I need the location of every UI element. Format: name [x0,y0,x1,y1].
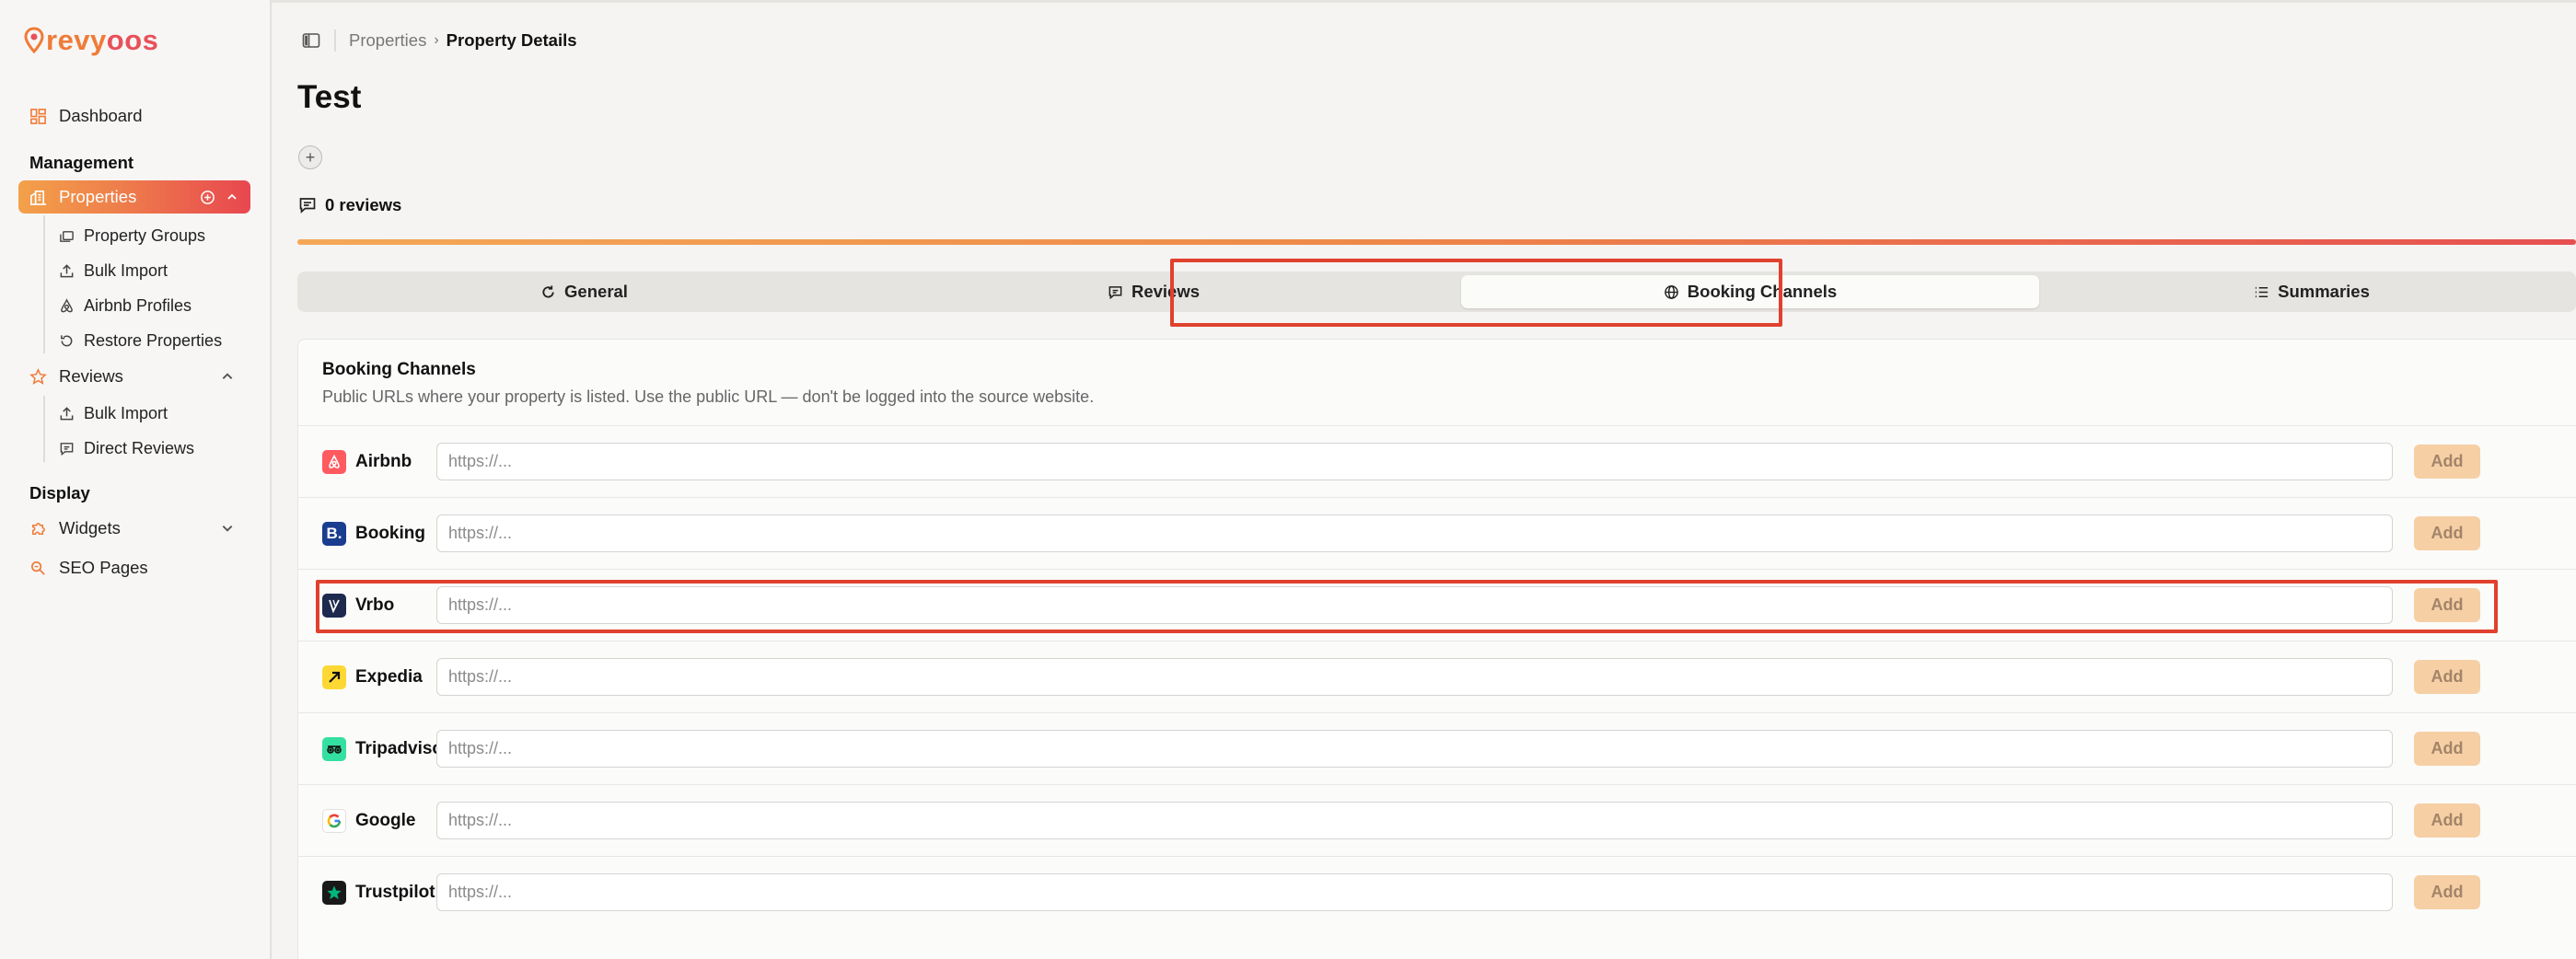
booking-add-button[interactable]: Add [2414,516,2480,550]
channel-name: Booking [355,524,425,543]
breadcrumb-link-properties[interactable]: Properties [349,30,426,51]
expedia-icon [322,665,346,689]
channel-row-airbnb: Airbnb Add [298,425,2576,497]
submenu-guide-line [43,215,45,353]
section-label-management: Management [29,153,134,172]
channel-row-booking: B. Booking Add [298,497,2576,569]
airbnb-outline-icon [57,296,75,315]
restore-icon [57,331,75,350]
expedia-url-input[interactable] [436,658,2393,696]
trustpilot-url-input[interactable] [436,873,2393,911]
channel-row-expedia: Expedia Add [298,641,2576,712]
upload-icon [57,261,75,280]
breadcrumb: Properties › Property Details [301,29,577,52]
reviews-count-label: 0 reviews [325,195,402,214]
chevron-up-icon[interactable] [221,370,234,383]
airbnb-add-button[interactable]: Add [2414,445,2480,479]
sidebar-item-reviews[interactable]: Reviews [18,360,250,393]
booking-com-icon: B. [322,522,346,546]
sidebar-subitem-label: Bulk Import [84,260,168,280]
message-square-icon [1108,285,1122,299]
chevron-down-icon[interactable] [221,522,234,535]
sidebar-subitem-direct-reviews[interactable]: Direct Reviews [57,434,194,462]
refresh-icon [542,284,554,298]
google-url-input[interactable] [436,802,2393,839]
trustpilot-icon [322,881,346,905]
tab-general[interactable]: General [301,275,867,308]
sidebar-item-label: Widgets [59,518,121,537]
expedia-add-button[interactable]: Add [2414,660,2480,694]
channel-name: Airbnb [355,452,412,471]
sidebar-subitem-property-groups[interactable]: Property Groups [57,222,205,249]
tab-label: Summaries [2278,282,2370,301]
puzzle-icon [28,518,48,538]
sidebar-subitem-label: Property Groups [84,225,206,245]
sidebar: revyoos Dashboard Management Properties … [0,0,272,959]
breadcrumb-divider [334,29,336,52]
sidebar-subitem-restore-properties[interactable]: Restore Properties [57,327,222,354]
add-button[interactable]: + [298,145,322,169]
google-icon [322,809,346,833]
tab-label: General [564,282,628,301]
star-icon [28,366,48,387]
tripadvisor-icon [322,737,346,761]
main-content: Properties › Property Details Test + 0 r… [273,0,2576,959]
sidebar-subitem-bulk-import[interactable]: Bulk Import [57,257,168,284]
tab-summaries[interactable]: Summaries [2051,275,2572,308]
channel-name: Expedia [355,667,423,687]
channel-row-google: Google Add [298,784,2576,856]
breadcrumb-current: Property Details [446,30,577,50]
panel-description: Public URLs where your property is liste… [322,387,1095,406]
stack-icon [57,226,75,245]
section-label-display: Display [29,483,90,503]
sidebar-subitem-airbnb-profiles[interactable]: Airbnb Profiles [57,292,191,319]
sidebar-subitem-label: Restore Properties [84,330,223,350]
trustpilot-add-button[interactable]: Add [2414,875,2480,909]
upload-icon [57,404,75,422]
sidebar-item-label: Properties [59,187,137,206]
map-pin-logo-icon [24,27,44,54]
google-add-button[interactable]: Add [2414,803,2480,838]
sidebar-item-seo-pages[interactable]: SEO Pages [18,551,250,584]
sidebar-item-properties[interactable]: Properties [18,180,250,214]
message-square-icon [57,439,75,457]
list-icon [2256,286,2269,297]
channel-row-trustpilot: Trustpilot Add [298,856,2576,928]
highlight-box-vrbo-row [316,580,2498,633]
airbnb-icon [322,450,346,474]
booking-url-input[interactable] [436,514,2393,552]
dashboard-icon [28,106,48,126]
tripadvisor-url-input[interactable] [436,730,2393,768]
chevron-right-icon: › [434,32,439,48]
booking-channels-panel: Booking Channels Public URLs where your … [297,339,2576,959]
airbnb-url-input[interactable] [436,443,2393,480]
sidebar-item-label: Reviews [59,366,123,386]
building-icon [28,187,48,207]
sidebar-item-label: Dashboard [59,106,143,125]
message-square-icon [299,198,316,214]
page-title: Test [297,79,362,115]
sidebar-subitem-label: Direct Reviews [84,438,195,457]
chevron-up-icon[interactable] [226,191,238,202]
sidebar-subitem-label: Bulk Import [84,403,168,422]
submenu-guide-line [43,396,45,462]
progress-gradient-bar [297,239,2576,245]
sidebar-item-widgets[interactable]: Widgets [18,512,250,545]
sidebar-item-label: SEO Pages [59,558,148,577]
revyoos-logo[interactable]: revyoos [24,24,158,57]
reviews-count: 0 reviews [298,195,401,215]
highlight-box-booking-channels-tab [1170,259,1782,327]
channel-row-tripadvisor: Tripadvisor Add [298,712,2576,784]
logo-text: revyoos [46,24,159,56]
panel-title: Booking Channels [322,360,476,379]
tripadvisor-add-button[interactable]: Add [2414,732,2480,766]
sidebar-item-dashboard[interactable]: Dashboard [18,99,250,133]
channel-name: Trustpilot [355,883,435,902]
sidebar-toggle-icon[interactable] [301,30,321,51]
channel-name: Google [355,811,416,830]
sidebar-subitem-reviews-bulk-import[interactable]: Bulk Import [57,399,168,427]
seo-search-icon [28,558,48,578]
sidebar-subitem-label: Airbnb Profiles [84,295,192,315]
add-property-icon[interactable] [200,190,215,205]
